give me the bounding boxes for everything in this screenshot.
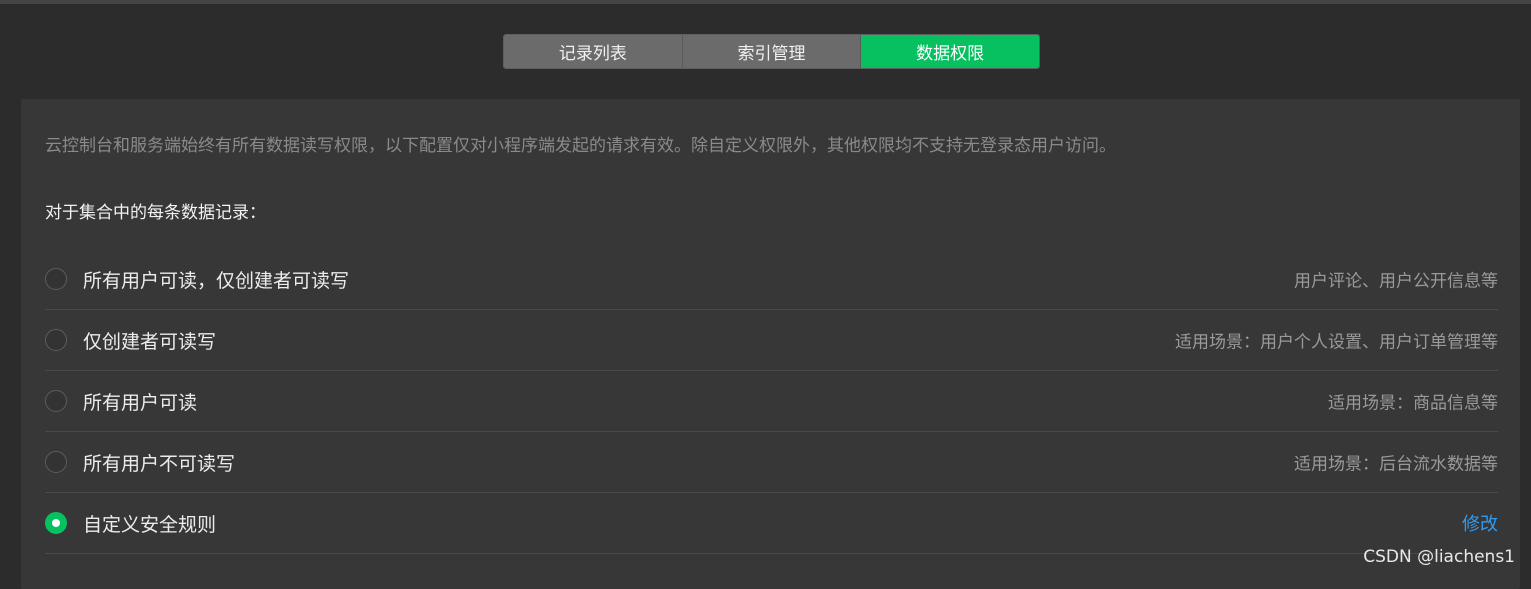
option-creator-only[interactable]: 仅创建者可读写 适用场景：用户个人设置、用户订单管理等 <box>45 310 1498 371</box>
option-label: 所有用户可读 <box>83 388 197 415</box>
edit-rules-link[interactable]: 修改 <box>1462 510 1498 536</box>
option-no-access[interactable]: 所有用户不可读写 适用场景：后台流水数据等 <box>45 432 1498 493</box>
option-all-read[interactable]: 所有用户可读 适用场景：商品信息等 <box>45 371 1498 432</box>
radio-button[interactable] <box>45 329 67 351</box>
option-label: 所有用户不可读写 <box>83 449 235 476</box>
permissions-notice: 云控制台和服务端始终有所有数据读写权限，以下配置仅对小程序端发起的请求有效。除自… <box>45 131 1116 156</box>
option-hint: 适用场景：商品信息等 <box>1328 389 1498 414</box>
option-hint: 适用场景：用户个人设置、用户订单管理等 <box>1175 328 1498 353</box>
permission-options: 所有用户可读，仅创建者可读写 用户评论、用户公开信息等 仅创建者可读写 适用场景… <box>45 249 1498 554</box>
watermark: CSDN @liachens1 <box>1363 547 1515 567</box>
tab-permissions[interactable]: 数据权限 <box>861 35 1039 68</box>
option-hint: 用户评论、用户公开信息等 <box>1294 267 1498 292</box>
top-border <box>0 0 1531 4</box>
tab-indexes[interactable]: 索引管理 <box>683 35 862 68</box>
radio-button[interactable] <box>45 451 67 473</box>
tab-bar: 记录列表 索引管理 数据权限 <box>503 34 1040 69</box>
option-custom-rules[interactable]: 自定义安全规则 修改 <box>45 493 1498 554</box>
option-all-read-creator-write[interactable]: 所有用户可读，仅创建者可读写 用户评论、用户公开信息等 <box>45 249 1498 310</box>
radio-button[interactable] <box>45 268 67 290</box>
radio-button[interactable] <box>45 390 67 412</box>
section-title: 对于集合中的每条数据记录： <box>45 198 266 223</box>
tab-records[interactable]: 记录列表 <box>504 35 683 68</box>
option-label: 所有用户可读，仅创建者可读写 <box>83 266 349 293</box>
option-label: 自定义安全规则 <box>83 510 216 537</box>
permissions-panel: 云控制台和服务端始终有所有数据读写权限，以下配置仅对小程序端发起的请求有效。除自… <box>21 99 1520 589</box>
radio-button-selected[interactable] <box>45 512 67 534</box>
option-label: 仅创建者可读写 <box>83 327 216 354</box>
option-hint: 适用场景：后台流水数据等 <box>1294 450 1498 475</box>
